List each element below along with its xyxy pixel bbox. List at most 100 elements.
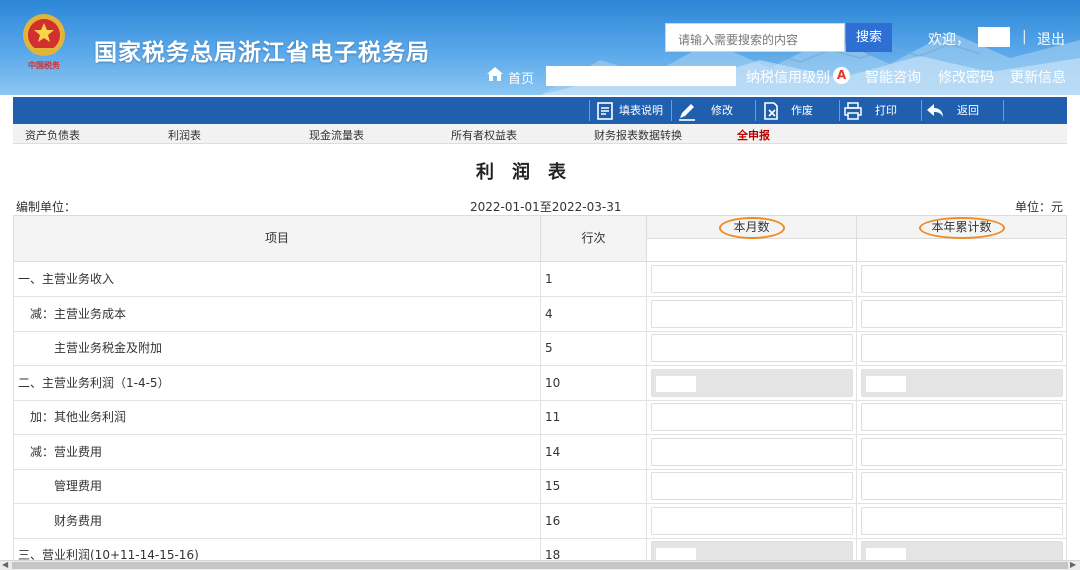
- printer-icon: [844, 102, 862, 120]
- row-item-name: 减：主营业务成本: [13, 296, 541, 331]
- scroll-left-arrow-icon[interactable]: ◀: [2, 560, 8, 569]
- table-row: 一、主营业务收入 1: [13, 262, 1067, 297]
- header-row-no: 行次: [541, 215, 647, 262]
- row-item-name: 二、主营业务利润（1-4-5）: [13, 365, 541, 400]
- tab-data-conversion[interactable]: 财务报表数据转换: [594, 127, 682, 143]
- this-month-input[interactable]: [651, 437, 853, 466]
- year-total-input: [861, 368, 1063, 397]
- nav-update-info[interactable]: 更新信息: [1010, 67, 1066, 87]
- modify-button[interactable]: 修改: [675, 97, 753, 124]
- credit-level-label[interactable]: 纳税信用级别: [746, 67, 830, 87]
- toolbar-divider: [1003, 100, 1004, 121]
- tab-balance-sheet[interactable]: 资产负债表: [25, 127, 80, 143]
- compiling-unit-label: 编制单位：: [16, 200, 77, 214]
- search-button[interactable]: 搜索: [846, 23, 892, 52]
- row-item-name: 一、主营业务收入: [13, 262, 541, 296]
- row-number: 4: [541, 296, 647, 331]
- value-redacted: [866, 375, 906, 392]
- row-number: 10: [541, 365, 647, 400]
- year-total-cell: [857, 262, 1067, 296]
- this-month-cell: [647, 262, 857, 296]
- toolbar-divider: [839, 100, 840, 121]
- year-total-input[interactable]: [861, 506, 1063, 535]
- row-item-name: 加：其他业务利润: [13, 400, 541, 434]
- back-arrow-icon: [927, 104, 943, 117]
- value-redacted: [866, 548, 906, 560]
- row-item-name: 管理费用: [13, 469, 541, 503]
- home-icon[interactable]: [486, 66, 504, 82]
- year-total-cell: [857, 503, 1067, 538]
- row-number: 16: [541, 503, 647, 538]
- row-number: 5: [541, 331, 647, 365]
- header-separator: |: [1022, 29, 1027, 45]
- toolbar-divider: [921, 100, 922, 121]
- void-button[interactable]: 作废: [759, 97, 837, 124]
- site-header: 中国税务 国家税务总局浙江省电子税务局 请输入需要搜索的内容 搜索 欢迎， | …: [0, 0, 1080, 95]
- year-total-input[interactable]: [861, 299, 1063, 328]
- fill-instructions-button[interactable]: 填表说明: [593, 97, 669, 124]
- year-total-input[interactable]: [861, 403, 1063, 431]
- table-row: 管理费用 15: [13, 469, 1067, 504]
- highlight-circle: [919, 217, 1005, 239]
- pencil-icon: [679, 104, 695, 121]
- highlight-circle: [719, 217, 785, 239]
- tab-full-filing[interactable]: 全申报: [737, 127, 770, 143]
- svg-text:中国税务: 中国税务: [28, 60, 61, 70]
- print-button[interactable]: 打印: [843, 97, 921, 124]
- nav-smart-consult[interactable]: 智能咨询: [865, 67, 921, 87]
- year-total-input[interactable]: [861, 472, 1063, 500]
- tab-cash-flow[interactable]: 现金流量表: [309, 127, 364, 143]
- header-item: 项目: [13, 215, 541, 262]
- row-number: 18: [541, 538, 647, 560]
- search-input[interactable]: 请输入需要搜索的内容: [665, 23, 845, 52]
- logout-link[interactable]: 退出: [1037, 29, 1065, 49]
- header-sub-cell: [857, 239, 1067, 262]
- this-month-cell: [647, 365, 857, 400]
- year-total-cell: [857, 469, 1067, 503]
- this-month-input: [651, 368, 853, 397]
- tab-equity-statement[interactable]: 所有者权益表: [451, 127, 517, 143]
- tax-bureau-emblem-icon: 中国税务: [23, 14, 65, 70]
- page-title: 利润表: [476, 162, 584, 183]
- year-total-cell: [857, 400, 1067, 434]
- this-month-input[interactable]: [651, 506, 853, 535]
- table-row: 二、主营业务利润（1-4-5） 10: [13, 365, 1067, 401]
- this-month-input[interactable]: [651, 299, 853, 328]
- scroll-right-arrow-icon[interactable]: ▶: [1070, 560, 1076, 569]
- row-number: 15: [541, 469, 647, 503]
- table-row: 三、营业利润(10+11-14-15-16) 18: [13, 538, 1067, 560]
- toolbar-divider: [589, 100, 590, 121]
- currency-unit: 单位：元: [1015, 200, 1064, 214]
- this-month-input[interactable]: [651, 472, 853, 500]
- this-month-cell: [647, 400, 857, 434]
- year-total-cell: [857, 296, 1067, 331]
- report-tabs: 资产负债表 利润表 现金流量表 所有者权益表 财务报表数据转换 全申报: [13, 124, 1067, 144]
- row-item-name: 三、营业利润(10+11-14-15-16): [13, 538, 541, 560]
- this-month-input[interactable]: [651, 403, 853, 431]
- this-month-input[interactable]: [651, 334, 853, 362]
- year-total-input[interactable]: [861, 437, 1063, 466]
- year-total-input[interactable]: [861, 265, 1063, 293]
- table-row: 财务费用 16: [13, 503, 1067, 539]
- row-item-name: 财务费用: [13, 503, 541, 538]
- this-month-input: [651, 541, 853, 560]
- row-item-name: 主营业务税金及附加: [13, 331, 541, 365]
- year-total-cell: [857, 434, 1067, 469]
- welcome-text: 欢迎，: [928, 32, 970, 48]
- document-icon: [597, 102, 613, 120]
- back-button[interactable]: 返回: [925, 97, 1003, 124]
- year-total-cell: [857, 331, 1067, 365]
- this-month-input[interactable]: [651, 265, 853, 293]
- tab-income-statement[interactable]: 利润表: [168, 127, 201, 143]
- row-item-name: 减：营业费用: [13, 434, 541, 469]
- nav-change-password[interactable]: 修改密码: [938, 67, 994, 87]
- horizontal-scrollbar[interactable]: ◀ ▶: [0, 560, 1080, 570]
- this-month-cell: [647, 538, 857, 560]
- report-period: 2022-01-01至2022-03-31: [470, 200, 622, 214]
- this-month-cell: [647, 434, 857, 469]
- company-name-redacted: [546, 66, 736, 86]
- this-month-cell: [647, 331, 857, 365]
- scrollbar-thumb[interactable]: [12, 562, 1068, 569]
- year-total-input[interactable]: [861, 334, 1063, 362]
- home-link[interactable]: 首页: [508, 68, 534, 87]
